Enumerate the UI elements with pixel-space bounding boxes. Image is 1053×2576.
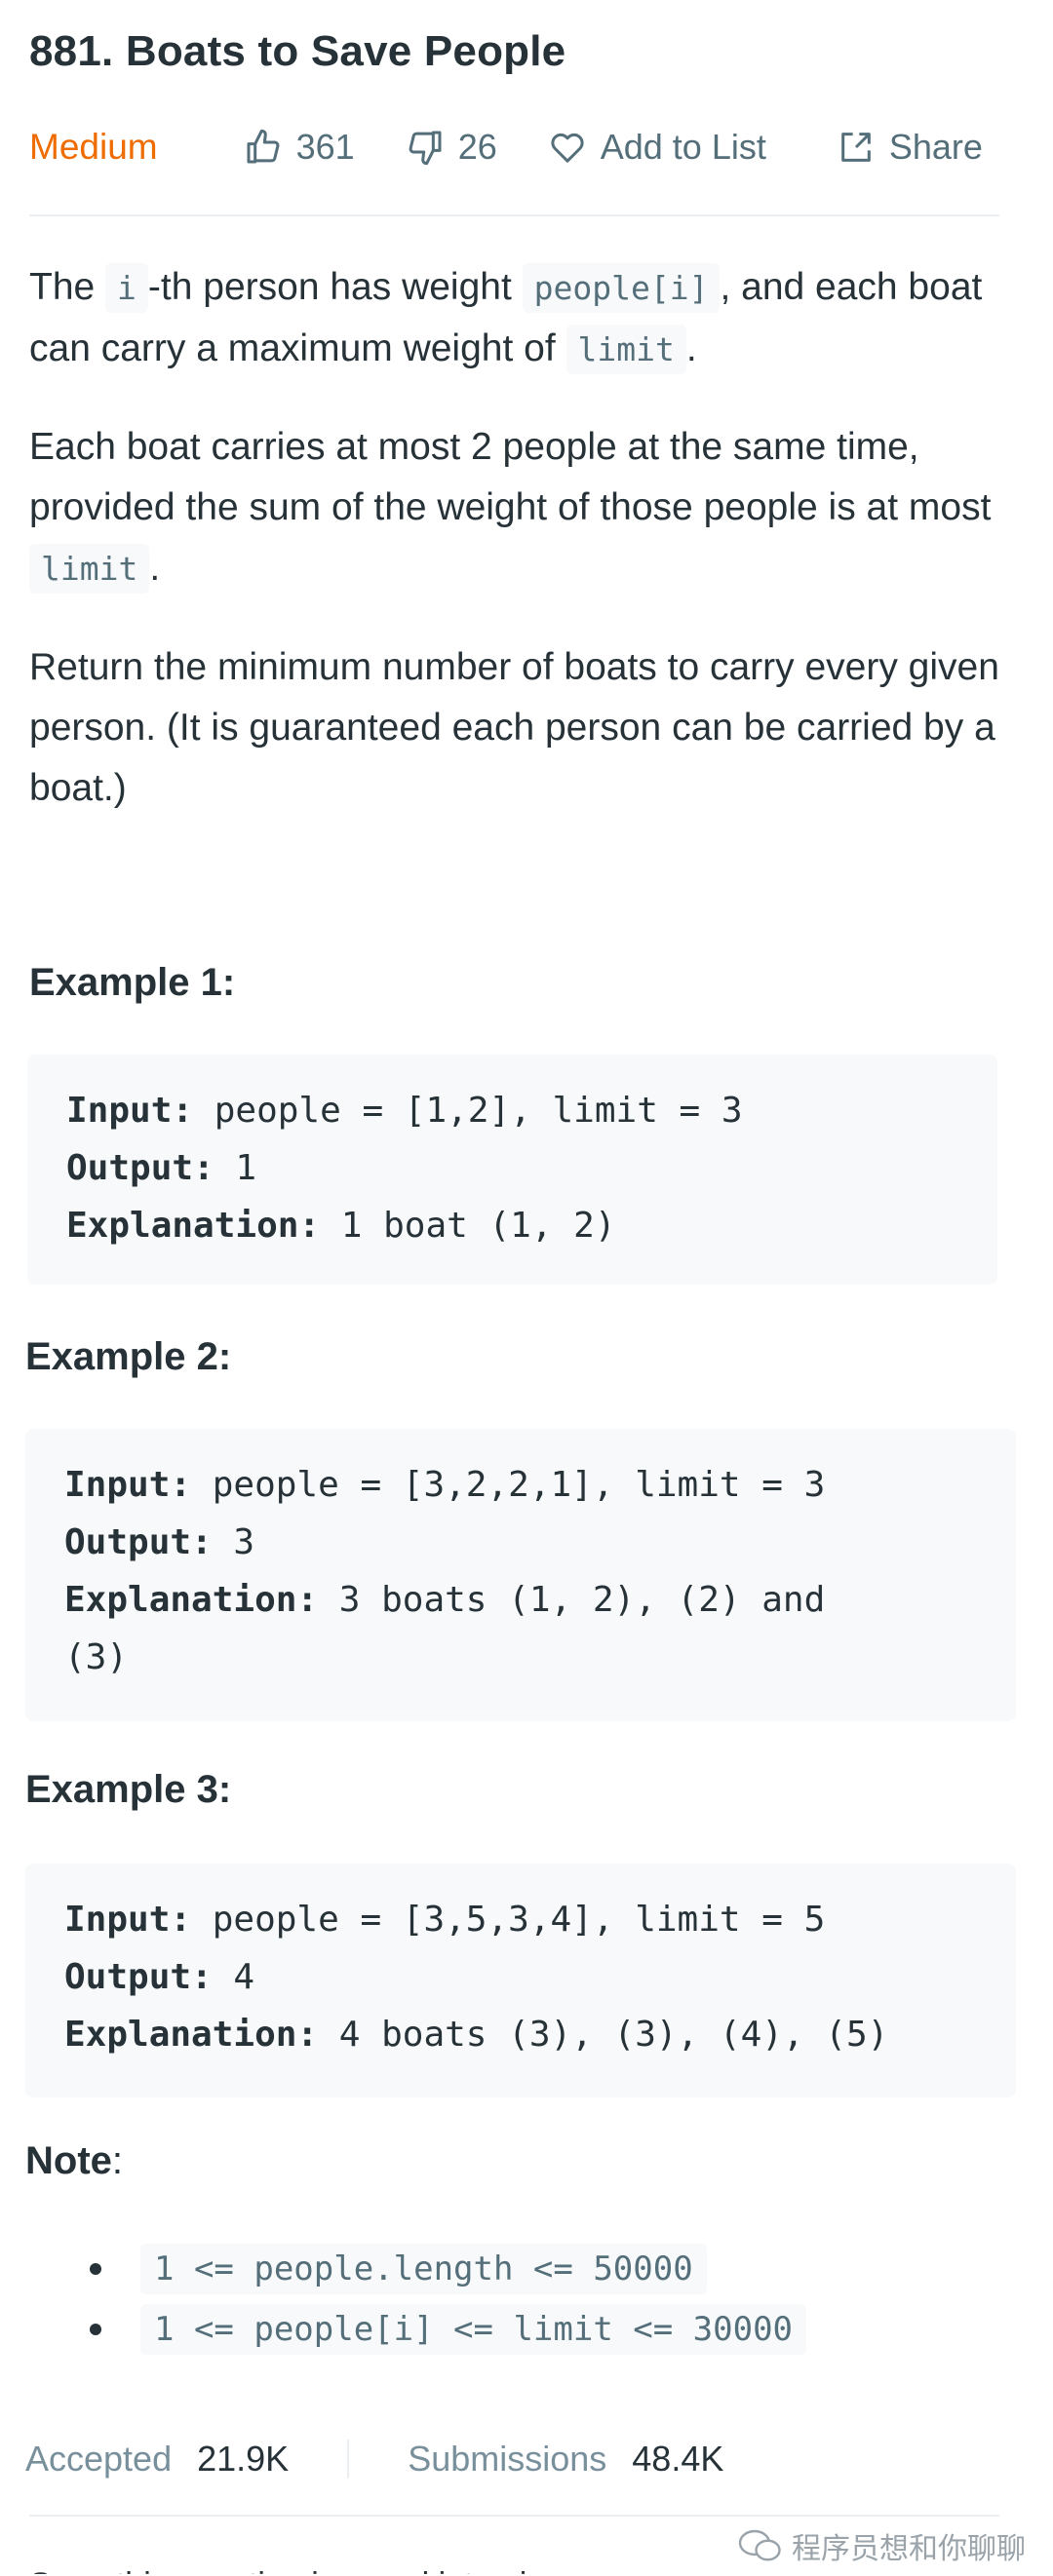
list-item: 1 <= people[i] <= limit <= 30000 — [90, 2299, 807, 2360]
dislike-count: 26 — [457, 127, 497, 167]
submission-stats: Accepted 21.9K Submissions 48.4K — [25, 2432, 723, 2486]
dislike-button[interactable]: 26 — [406, 127, 497, 168]
submissions-value: 48.4K — [632, 2439, 724, 2479]
share-icon — [841, 133, 871, 162]
inline-code: people[i] — [522, 263, 721, 313]
example-block: Input: people = [3,5,3,4], limit = 5 Out… — [25, 1864, 1016, 2097]
problem-title: 881. Boats to Save People — [29, 27, 566, 75]
inline-code: limit — [29, 544, 150, 594]
description-paragraph: Return the minimum number of boats to ca… — [29, 646, 999, 809]
share-button[interactable]: Share — [837, 127, 983, 168]
problem-page: 881. Boats to Save People Medium 361 26 … — [0, 0, 1053, 2576]
stats-divider-line — [29, 2515, 999, 2517]
note-title: Note: — [25, 2139, 124, 2182]
like-count: 361 — [295, 127, 355, 167]
thumbs-down-icon — [409, 131, 442, 166]
submissions-label: Submissions — [408, 2439, 607, 2479]
bullet — [90, 2324, 101, 2335]
bullet — [90, 2263, 101, 2275]
list-item: 1 <= people.length <= 50000 — [90, 2239, 806, 2299]
wechat-icon — [738, 2529, 781, 2561]
header-divider — [29, 214, 999, 216]
inline-code: i — [105, 263, 148, 313]
accepted-label: Accepted — [25, 2439, 173, 2479]
description-paragraph: The i -th person has weight people[i], an… — [29, 257, 1004, 380]
stats-divider — [347, 2440, 350, 2479]
constraint-code: 1 <= people.length <= 50000 — [140, 2244, 707, 2294]
interview-question-text: Seen this question in a real interview b… — [29, 2566, 575, 2574]
difficulty-badge: Medium — [29, 127, 158, 167]
example-block: Input: people = [1,2], limit = 3 Output:… — [27, 1055, 997, 1285]
constraint-code: 1 <= people[i] <= limit <= 30000 — [140, 2304, 807, 2355]
example-title: Example 1: — [29, 961, 236, 1004]
problem-meta-bar: Medium 361 26 Add to List Share — [29, 121, 1024, 173]
inline-code: limit — [566, 325, 686, 374]
heart-icon — [551, 133, 584, 163]
example-title: Example 3: — [25, 1768, 232, 1811]
example-block: Input: people = [3,2,2,1], limit = 3 Out… — [25, 1429, 1016, 1721]
add-to-list-button[interactable]: Add to List — [548, 127, 766, 168]
add-to-list-label: Add to List — [600, 127, 766, 167]
watermark-text: 程序员想和你聊聊 — [792, 2533, 1026, 2565]
note-list: 1 <= people.length <= 50000 1 <= people[… — [90, 2239, 807, 2360]
thumbs-up-icon — [247, 129, 280, 164]
description-paragraph: Each boat carries at most 2 people at th… — [29, 417, 1004, 599]
accepted-value: 21.9K — [197, 2439, 290, 2479]
example-title: Example 2: — [25, 1335, 232, 1378]
like-button[interactable]: 361 — [244, 127, 355, 168]
share-label: Share — [888, 127, 983, 167]
watermark: 程序员想和你聊聊 — [737, 2524, 1026, 2567]
